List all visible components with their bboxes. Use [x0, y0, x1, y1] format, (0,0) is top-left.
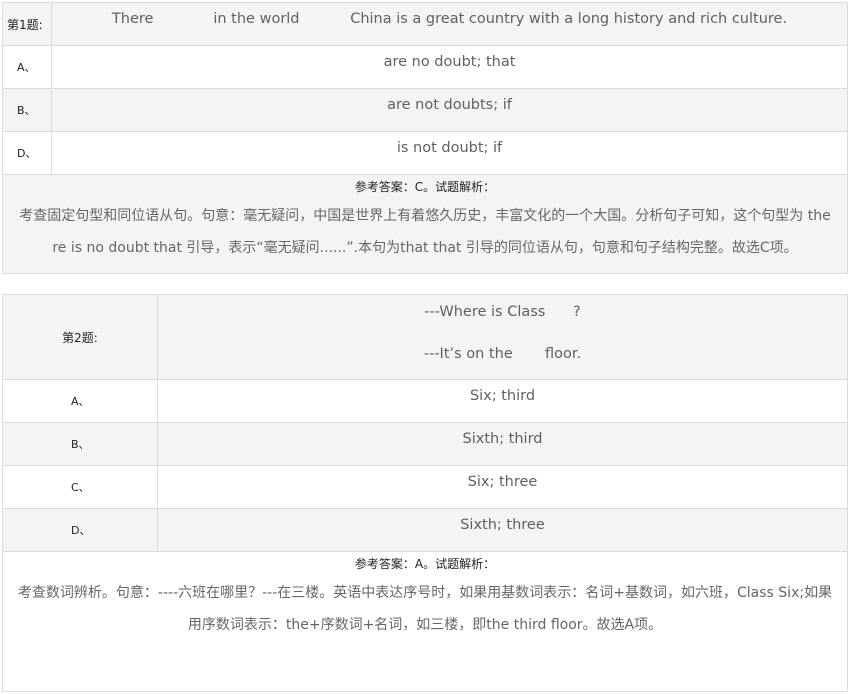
answer-section: 参考答案：A。试题解析： 考查数词辨析。句意：----六班在哪里？---在三楼。… — [2, 551, 848, 692]
option-text[interactable]: Six; third — [157, 379, 848, 423]
question-1-table: 第1题: There in the world China is a great… — [2, 2, 848, 274]
option-text[interactable]: Sixth; third — [157, 422, 848, 466]
explanation-line: 用序数词表示：the+序数词+名词，如三楼，即the third floor。故… — [187, 617, 663, 633]
option-text[interactable]: Sixth; three — [157, 508, 848, 552]
stem-line: ---It’s on the floor. — [423, 346, 582, 362]
option-text[interactable]: are no doubt; that — [51, 45, 848, 89]
option-letter: B、 — [2, 422, 158, 466]
explanation-line: re is no doubt that 引导，表示“毫无疑问......”.本句… — [52, 240, 798, 256]
option-letter: D、 — [2, 508, 158, 552]
option-text[interactable]: are not doubts; if — [51, 88, 848, 132]
option-letter: A、 — [2, 379, 158, 423]
option-letter: A、 — [2, 45, 52, 89]
option-row[interactable]: B、 Sixth; third — [2, 422, 848, 466]
answer-title: 参考答案：C。试题解析： — [354, 180, 496, 194]
question-2-table: 第2题: ---Where is Class ? ---It’s on the … — [2, 294, 848, 692]
question-number: 第1题: — [2, 2, 52, 46]
explanation-text: 考查固定句型和同位语从句。句意：毫无疑问，中国是世界上有着悠久历史，丰富文化的一… — [3, 193, 847, 268]
option-text[interactable]: is not doubt; if — [51, 131, 848, 175]
answer-title: 参考答案：A。试题解析： — [354, 557, 496, 571]
option-row[interactable]: C、 Six; three — [2, 465, 848, 509]
explanation-line: 考查数词辨析。句意：----六班在哪里？---在三楼。英语中表达序号时，如果用基… — [17, 585, 833, 601]
option-letter: B、 — [2, 88, 52, 132]
question-stem: There in the world China is a great coun… — [51, 2, 848, 46]
answer-section: 参考答案：C。试题解析： 考查固定句型和同位语从句。句意：毫无疑问，中国是世界上… — [2, 174, 848, 274]
option-row[interactable]: D、 is not doubt; if — [2, 131, 848, 175]
question-stem: ---Where is Class ? ---It’s on the floor… — [157, 294, 848, 380]
option-letter: C、 — [2, 465, 158, 509]
option-letter: D、 — [2, 131, 52, 175]
stem-line: ---Where is Class ? — [424, 304, 581, 320]
explanation-line: 考查固定句型和同位语从句。句意：毫无疑问，中国是世界上有着悠久历史，丰富文化的一… — [19, 208, 831, 224]
option-row[interactable]: B、 are not doubts; if — [2, 88, 848, 132]
option-row[interactable]: A、 Six; third — [2, 379, 848, 423]
option-row[interactable]: D、 Sixth; three — [2, 508, 848, 552]
option-text[interactable]: Six; three — [157, 465, 848, 509]
option-row[interactable]: A、 are no doubt; that — [2, 45, 848, 89]
explanation-text: 考查数词辨析。句意：----六班在哪里？---在三楼。英语中表达序号时，如果用基… — [3, 570, 847, 645]
question-number: 第2题: — [2, 294, 158, 380]
